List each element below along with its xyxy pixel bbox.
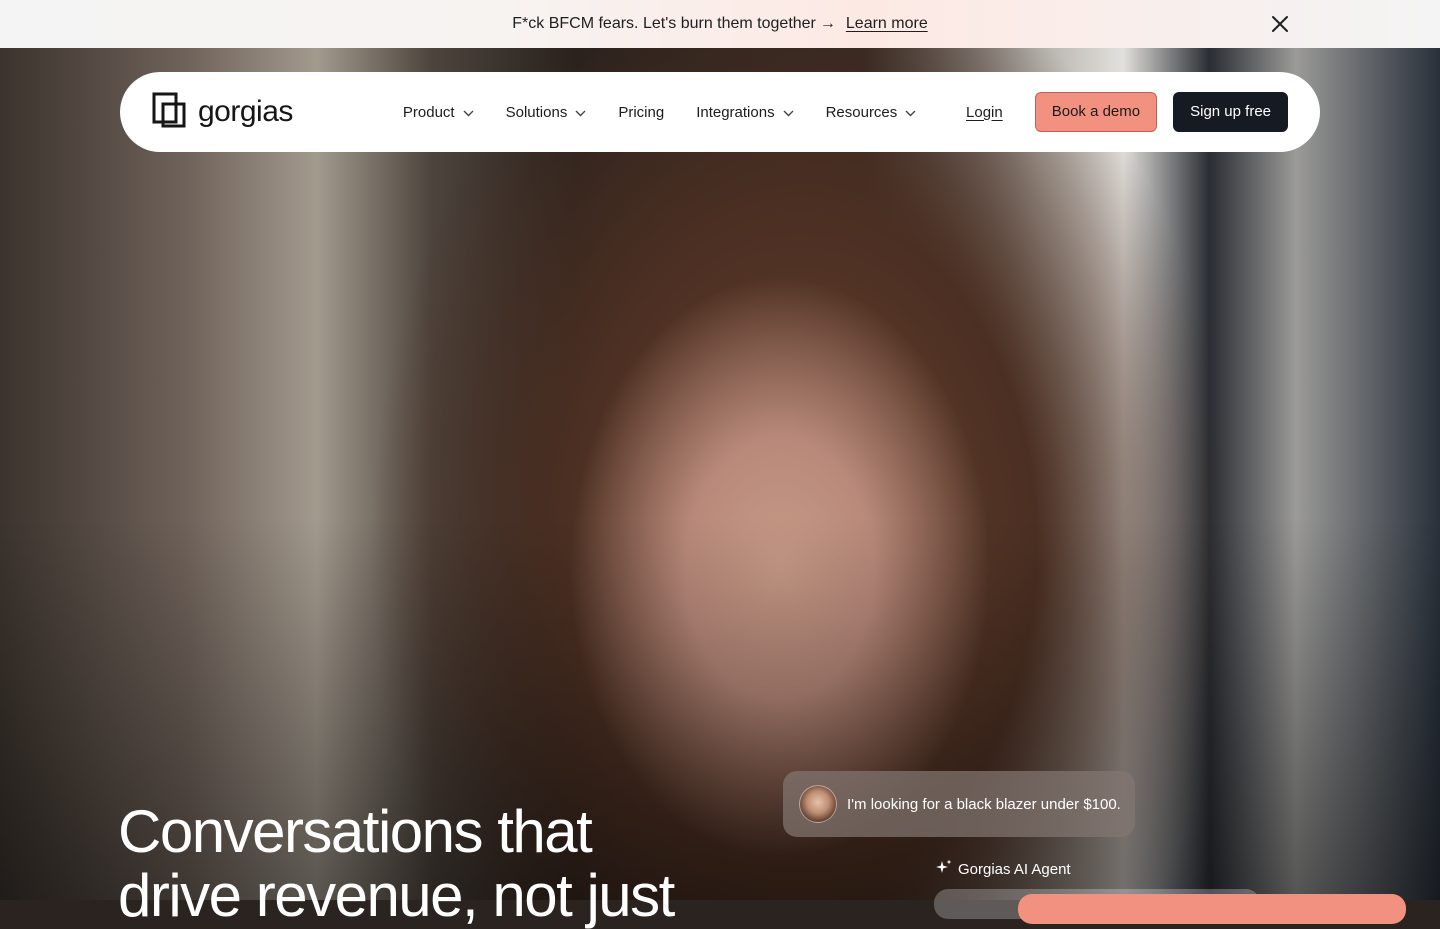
headline-line-2: drive revenue, not just xyxy=(118,862,675,929)
chevron-down-icon xyxy=(463,104,474,121)
book-demo-button[interactable]: Book a demo xyxy=(1034,92,1158,132)
chevron-down-icon xyxy=(783,104,794,121)
agent-name: Gorgias AI Agent xyxy=(958,860,1071,878)
chevron-down-icon xyxy=(905,104,916,121)
avatar xyxy=(799,785,837,823)
menu-item-label: Integrations xyxy=(696,103,775,121)
announcement-bar: F*ck BFCM fears. Let's burn them togethe… xyxy=(0,0,1440,48)
nav-actions: Login Book a demo Sign up free xyxy=(966,92,1288,132)
menu-item-resources[interactable]: Resources xyxy=(826,104,917,121)
menu-item-label: Resources xyxy=(825,103,898,121)
logo[interactable]: gorgias xyxy=(152,92,293,133)
product-card xyxy=(1018,894,1406,924)
close-icon[interactable] xyxy=(1270,14,1290,34)
sign-up-button[interactable]: Sign up free xyxy=(1173,92,1288,132)
menu-item-solutions[interactable]: Solutions xyxy=(506,104,587,121)
chat-message: I'm looking for a black blazer under $10… xyxy=(847,795,1121,813)
arrow-icon: → xyxy=(819,15,836,32)
menu-item-label: Product xyxy=(402,103,455,121)
ai-agent-label: Gorgias AI Agent xyxy=(936,859,1071,879)
login-link[interactable]: Login xyxy=(966,104,1003,121)
learn-more-link[interactable]: Learn more xyxy=(846,15,928,33)
logo-icon xyxy=(152,92,186,133)
navbar: gorgias Product Solutions Pricing Integr… xyxy=(120,72,1320,152)
menu-item-label: Pricing xyxy=(618,103,665,121)
sparkle-icon xyxy=(936,859,958,879)
announcement-text: F*ck BFCM fears. Let's burn them togethe… xyxy=(512,15,816,32)
chat-bubble: I'm looking for a black blazer under $10… xyxy=(783,771,1135,837)
hero-headline: Conversations that drive revenue, not ju… xyxy=(118,800,818,928)
chevron-down-icon xyxy=(575,104,586,121)
logo-text: gorgias xyxy=(198,95,293,128)
menu-item-product[interactable]: Product xyxy=(403,104,474,121)
headline-line-1: Conversations that xyxy=(118,798,593,865)
menu-item-pricing[interactable]: Pricing xyxy=(618,104,664,121)
hero-image xyxy=(0,48,1440,900)
menu-item-label: Solutions xyxy=(505,103,568,121)
main-menu: Product Solutions Pricing Integrations R… xyxy=(403,104,948,121)
menu-item-integrations[interactable]: Integrations xyxy=(696,103,794,121)
